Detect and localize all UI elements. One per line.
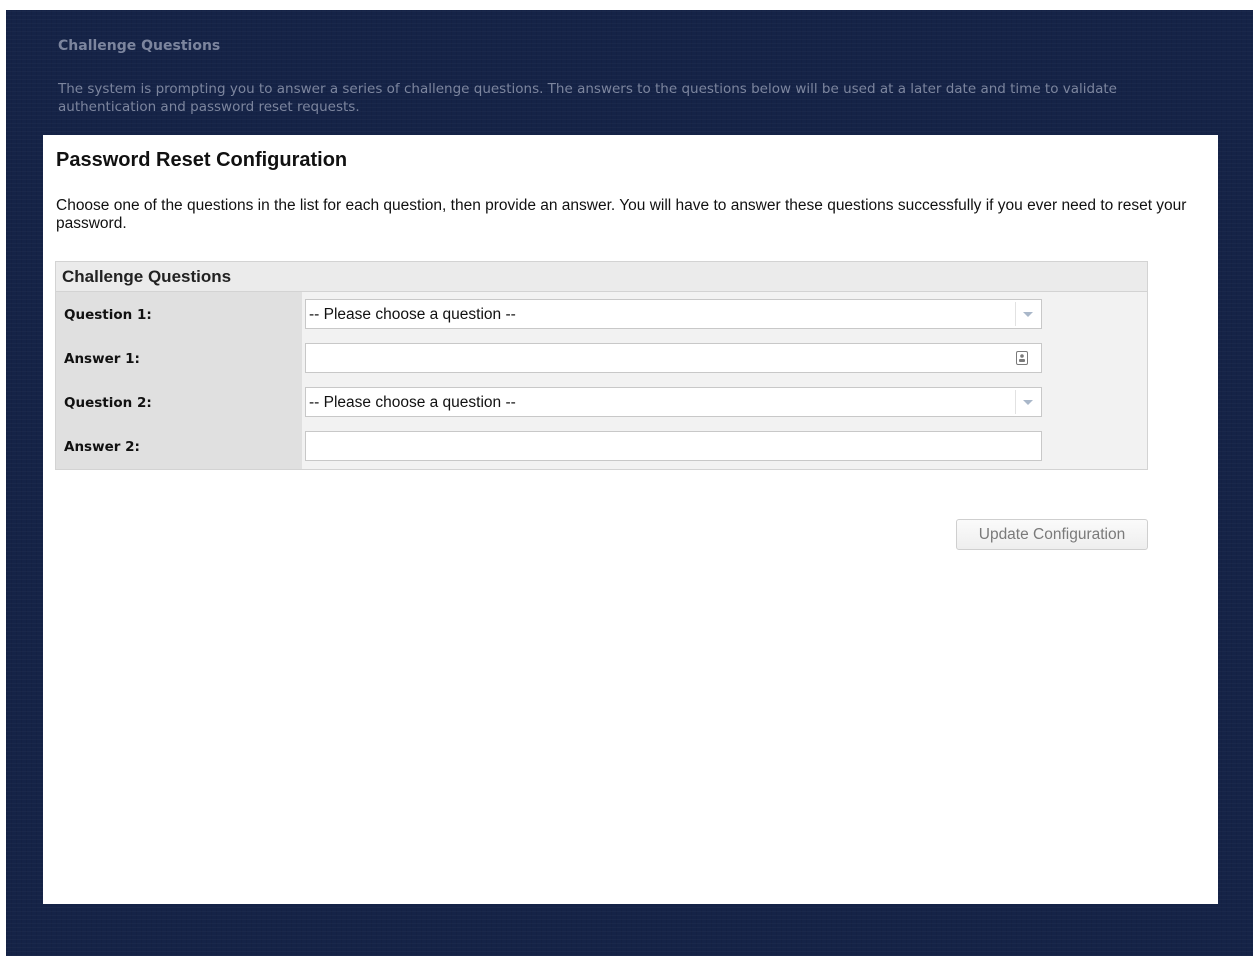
question-2-select[interactable]: -- Please choose a question -- — [305, 387, 1042, 417]
banner-title: Challenge Questions — [58, 38, 221, 54]
question-2-dropdown-button[interactable] — [1015, 390, 1039, 414]
page-title: Password Reset Configuration — [56, 149, 348, 171]
contact-card-icon[interactable] — [1016, 351, 1028, 365]
chevron-down-icon — [1023, 312, 1033, 317]
question-1-dropdown-button[interactable] — [1015, 302, 1039, 326]
challenge-questions-header-label: Challenge Questions — [62, 267, 232, 286]
question-1-label: Question 1: — [64, 307, 152, 323]
chevron-down-icon — [1023, 400, 1033, 405]
answer-1-input[interactable] — [305, 343, 1042, 373]
password-reset-panel: Password Reset Configuration Choose one … — [43, 135, 1218, 904]
answer-1-label: Answer 1: — [64, 351, 140, 367]
answer-2-input[interactable] — [305, 431, 1042, 461]
question-1-select[interactable]: -- Please choose a question -- — [305, 299, 1042, 329]
question-2-selected-value: -- Please choose a question -- — [309, 394, 516, 411]
banner-description: The system is prompting you to answer a … — [58, 81, 1117, 115]
answer-2-label: Answer 2: — [64, 439, 140, 455]
update-configuration-button[interactable]: Update Configuration — [956, 519, 1148, 550]
question-2-label: Question 2: — [64, 395, 152, 411]
question-1-selected-value: -- Please choose a question -- — [309, 306, 516, 323]
panel-description: Choose one of the questions in the list … — [56, 197, 1187, 232]
challenge-questions-box: Challenge Questions Question 1: -- Pleas… — [55, 261, 1148, 470]
challenge-questions-header: Challenge Questions — [56, 262, 1147, 292]
page-background: Challenge Questions The system is prompt… — [6, 10, 1253, 956]
